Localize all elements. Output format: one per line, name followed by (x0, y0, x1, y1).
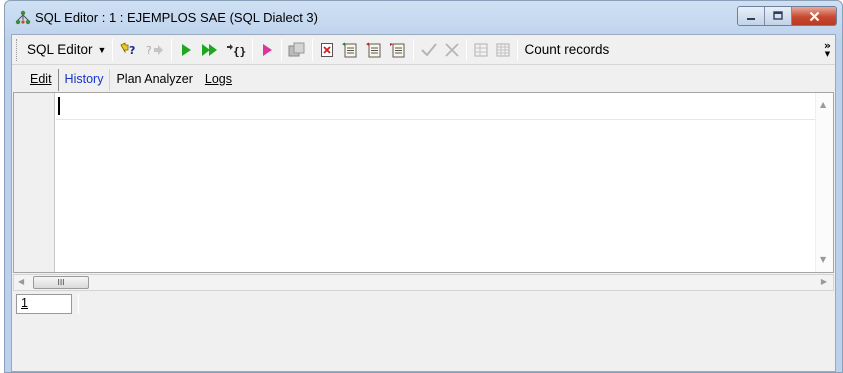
svg-text:?: ? (129, 44, 135, 57)
scrollbar-thumb[interactable]: III (33, 276, 89, 289)
execute-block-button[interactable]: {} (223, 38, 249, 62)
check-icon (421, 42, 438, 56)
document-multi-icon (390, 42, 405, 57)
double-play-icon (202, 43, 218, 56)
toolbar-separator (517, 38, 519, 61)
double-chevron-icon: » (823, 38, 831, 52)
toolbar-separator (413, 38, 415, 61)
minimize-button[interactable] (738, 7, 765, 25)
query-builder-button[interactable]: ? (116, 38, 142, 62)
svg-text:?: ? (146, 44, 152, 57)
x-icon (445, 42, 460, 57)
grid-icon (474, 43, 488, 56)
maximize-icon (773, 11, 783, 20)
sql-editor-dropdown[interactable]: SQL Editor ▼ (24, 38, 109, 62)
scroll-right-icon[interactable]: ▶ (821, 277, 827, 286)
table-icon (496, 43, 510, 56)
client-area: SQL Editor ▼ ? ? {} Count records » ▼ Ed… (11, 34, 836, 372)
chevron-down-icon: ▼ (824, 49, 831, 58)
tab-label: Logs (204, 71, 232, 86)
grid-view-button[interactable] (470, 38, 492, 62)
current-line (56, 93, 815, 120)
maximize-button[interactable] (765, 7, 792, 25)
document-red-icon (366, 42, 381, 57)
chevron-down-icon: ▼ (97, 44, 107, 55)
sql-editor-window: SQL Editor : 1 : EJEMPLOS SAE (SQL Diale… (4, 0, 843, 373)
help-arrow-button[interactable]: ? (142, 38, 168, 62)
help-arrow-icon: ? (146, 44, 164, 57)
tab-label: Plan Analyzer (116, 71, 193, 86)
toolbar: SQL Editor ▼ ? ? {} Count records » ▼ (12, 35, 835, 65)
tab-label: History (64, 71, 104, 86)
toolbar-separator (171, 38, 173, 61)
database-tree-icon (15, 10, 31, 26)
query-builder-icon: ? (120, 41, 136, 57)
line-number-gutter (14, 93, 55, 272)
form-view-button[interactable] (492, 38, 514, 62)
close-button[interactable] (792, 7, 836, 25)
play-icon (182, 43, 192, 56)
execute-button[interactable] (175, 38, 197, 62)
horizontal-scrollbar[interactable]: ◀ III ▶ (13, 274, 834, 291)
minimize-icon (747, 18, 755, 20)
document-add-icon (342, 42, 357, 57)
scroll-up-icon[interactable]: ▲ (820, 100, 826, 109)
pink-play-icon (263, 43, 273, 56)
toolbar-overflow-button[interactable]: » ▼ (823, 38, 831, 59)
run-pink-button[interactable] (256, 38, 278, 62)
status-bar: 1 (13, 294, 834, 314)
vertical-scrollbar[interactable]: ▲ ▼ (815, 93, 833, 272)
execute-script-button[interactable] (197, 38, 223, 62)
scroll-left-icon[interactable]: ◀ (18, 277, 24, 286)
toolbar-separator (112, 38, 114, 61)
rollback-button[interactable] (441, 38, 463, 62)
sql-editor-area[interactable]: ▲ ▼ (13, 92, 834, 273)
toolbar-separator (312, 38, 314, 61)
script-options-button[interactable] (386, 38, 410, 62)
document-x-icon (321, 42, 334, 57)
braces-icon: {} (227, 43, 246, 58)
window-controls (737, 6, 837, 26)
commit-button[interactable] (417, 38, 441, 62)
status-separator (78, 294, 79, 314)
scroll-down-icon[interactable]: ▼ (820, 255, 826, 264)
tab-history[interactable]: History (59, 69, 111, 91)
script-to-clipboard-button[interactable] (362, 38, 386, 62)
count-records-button[interactable]: Count records (521, 38, 612, 62)
editor-tabs: Edit History Plan Analyzer Logs (12, 66, 835, 91)
text-caret (58, 97, 60, 115)
title-bar[interactable]: SQL Editor : 1 : EJEMPLOS SAE (SQL Diale… (5, 1, 842, 34)
toolbar-separator (252, 38, 254, 61)
svg-text:{}: {} (233, 45, 246, 58)
export-button[interactable] (285, 38, 309, 62)
tab-label: Edit (30, 71, 52, 86)
window-title: SQL Editor : 1 : EJEMPLOS SAE (SQL Diale… (35, 10, 318, 25)
close-icon (809, 11, 819, 21)
toolbar-grip[interactable] (16, 38, 20, 61)
clear-editor-button[interactable] (316, 38, 338, 62)
sql-editor-label: SQL Editor (27, 42, 93, 57)
tab-plan-analyzer[interactable]: Plan Analyzer (110, 69, 198, 91)
line-number-indicator: 1 (16, 294, 72, 314)
new-script-button[interactable] (338, 38, 362, 62)
tab-edit[interactable]: Edit (24, 69, 59, 91)
export-icon (288, 42, 305, 56)
tab-logs[interactable]: Logs (199, 69, 238, 91)
toolbar-separator (281, 38, 283, 61)
toolbar-separator (466, 38, 468, 61)
